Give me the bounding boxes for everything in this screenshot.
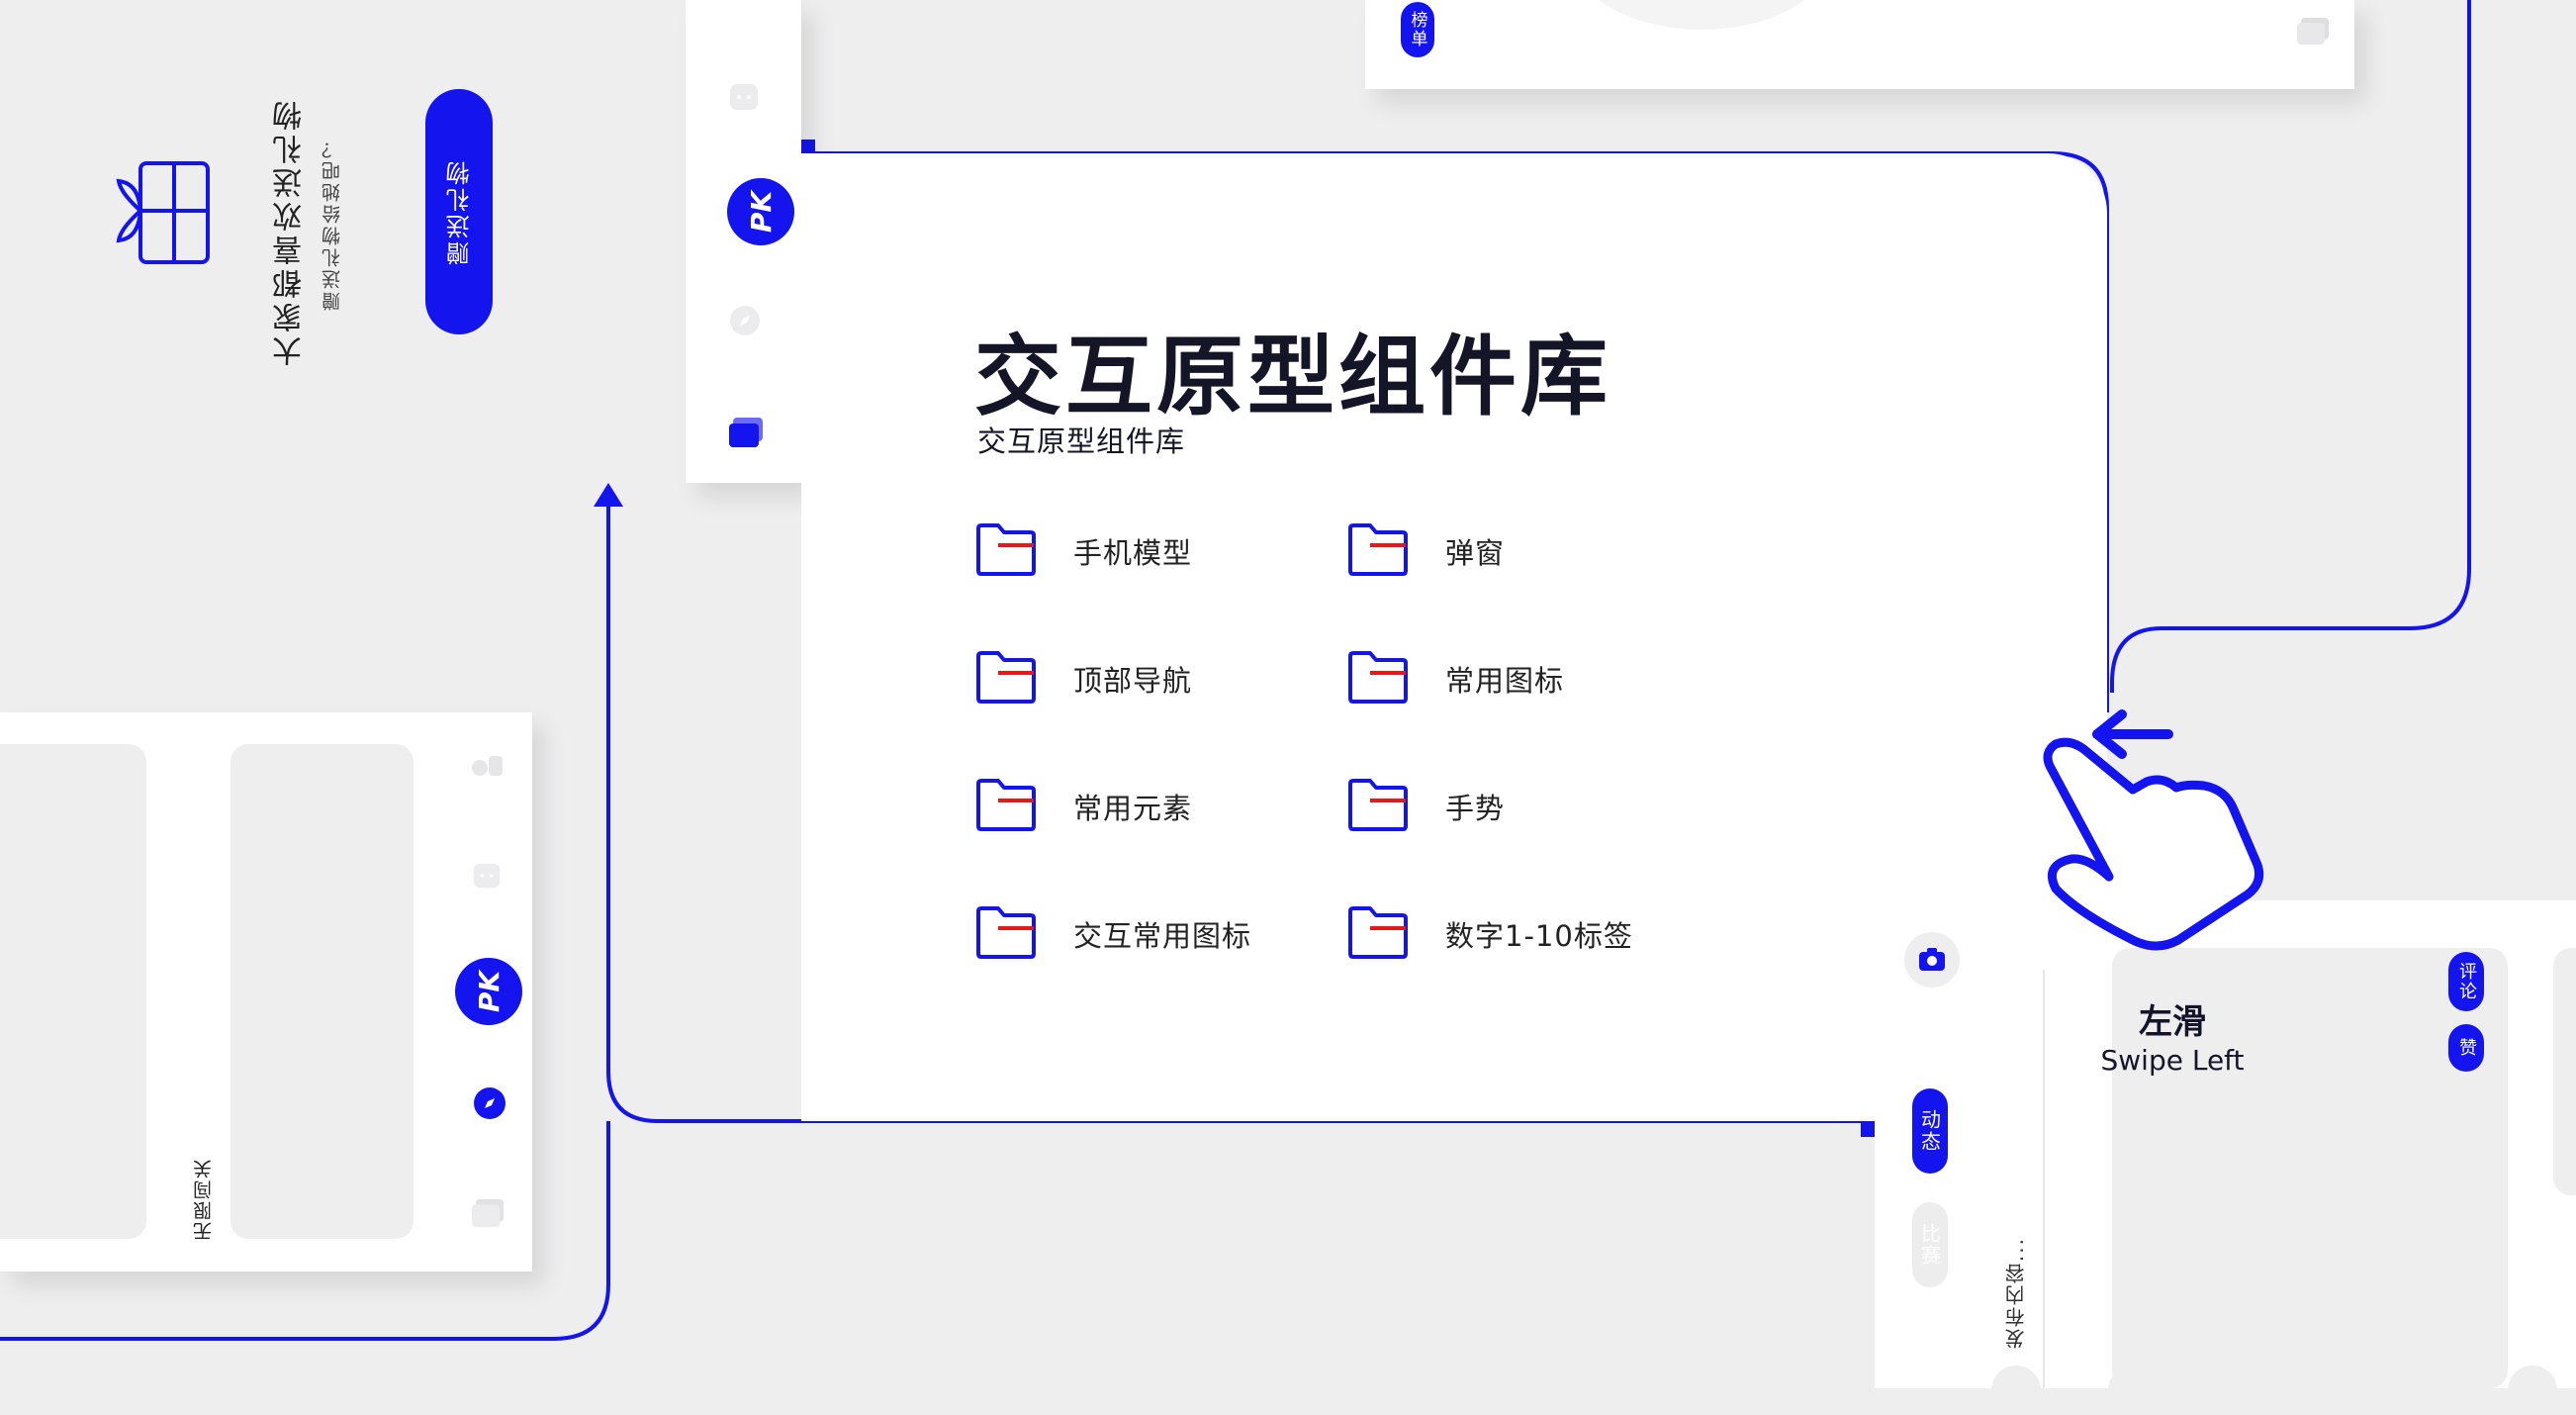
folder-item[interactable]: 顶部导航: [974, 650, 1192, 708]
swipe-title: 左滑: [2139, 1002, 2206, 1042]
pk-icon[interactable]: PK: [727, 178, 794, 245]
folder-label: 手机模型: [1073, 536, 1193, 570]
folder-icon: [974, 905, 1038, 963]
folder-label: 弹窗: [1445, 536, 1506, 570]
bottom-avatar-1[interactable]: [1991, 1366, 2041, 1415]
camera-icon[interactable]: [1904, 932, 1960, 988]
gift-subheading: 赠送礼物给她吧？: [322, 137, 343, 311]
cards-icon[interactable]: [727, 416, 765, 449]
pk-icon[interactable]: PK: [455, 958, 522, 1025]
folder-icon: [1346, 650, 1410, 708]
chat-icon[interactable]: [471, 861, 503, 893]
ranking-tag[interactable]: 榜单: [1401, 2, 1434, 57]
gift-heading: 大家都喜欢送礼物: [273, 97, 308, 366]
folder-label: 常用元素: [1073, 792, 1193, 825]
folder-label: 交互常用图标: [1073, 919, 1252, 953]
folder-item[interactable]: 常用元素: [974, 778, 1192, 835]
compass-icon[interactable]: [473, 1086, 506, 1120]
folder-icon: [974, 650, 1038, 708]
cards-icon[interactable]: [469, 1197, 506, 1229]
folder-label: 常用图标: [1445, 664, 1565, 698]
ranking-arc: [1573, 0, 1830, 30]
like-tag[interactable]: 赞: [2448, 1024, 2484, 1072]
comment-tag[interactable]: 评论: [2448, 952, 2484, 1011]
folder-item[interactable]: 数字1-10标签: [1346, 905, 1633, 963]
bottom-avatar-2[interactable]: [2108, 1366, 2158, 1415]
folder-label: 手势: [1445, 792, 1506, 825]
send-gift-button-label: 赠送礼物: [445, 158, 474, 265]
side-tab-bar-top: PK: [686, 0, 801, 483]
folder-item[interactable]: 手机模型: [974, 522, 1192, 580]
folder-item[interactable]: 交互常用图标: [974, 905, 1251, 963]
folder-icon: [974, 522, 1038, 580]
swipe-subtitle: Swipe Left: [2100, 1044, 2245, 1077]
ranking-card: 榜单: [1365, 0, 2354, 89]
page-title: 交互原型组件库: [974, 326, 1612, 427]
folder-icon: [1346, 522, 1410, 580]
right-edge-card: [2553, 948, 2576, 1195]
hand-pointer-icon: [2038, 683, 2285, 964]
folder-icon: [974, 778, 1038, 835]
gift-icon: [111, 153, 215, 271]
compass-icon[interactable]: [729, 305, 761, 336]
tab-dynamic[interactable]: 动态: [1912, 1088, 1948, 1174]
tab-match[interactable]: 比赛: [1912, 1202, 1948, 1287]
gift-card: 大家都喜欢送礼物 赠送礼物给她吧？ 赠送礼物: [0, 0, 686, 448]
folder-label: 顶部导航: [1073, 664, 1193, 698]
right-screen: 动态 比赛 发布内容... 评论 赞: [1875, 900, 2576, 1415]
left-screen-caption: 无限闯关: [193, 1158, 215, 1241]
bottom-avatar-3[interactable]: [2508, 1366, 2557, 1415]
page-subtitle: 交互原型组件库: [977, 424, 1186, 458]
left-screen: 无限闯关 PK: [0, 712, 532, 1272]
divider: [2043, 970, 2045, 1388]
folder-icon: [1346, 905, 1410, 963]
folder-icon: [1346, 778, 1410, 835]
post-placeholder[interactable]: 发布内容...: [2001, 1237, 2030, 1349]
folder-item[interactable]: 常用图标: [1346, 650, 1564, 708]
chat-icon[interactable]: [727, 81, 761, 115]
cards-icon[interactable]: [2295, 16, 2331, 46]
user-icon[interactable]: [469, 750, 505, 780]
scroll-track[interactable]: [2448, 1133, 2476, 1388]
left-card-2[interactable]: [230, 744, 414, 1239]
send-gift-button[interactable]: 赠送礼物: [425, 89, 493, 334]
left-card-1[interactable]: [0, 744, 146, 1239]
folder-label: 数字1-10标签: [1445, 919, 1633, 953]
folder-item[interactable]: 弹窗: [1346, 522, 1505, 580]
folder-item[interactable]: 手势: [1346, 778, 1505, 835]
